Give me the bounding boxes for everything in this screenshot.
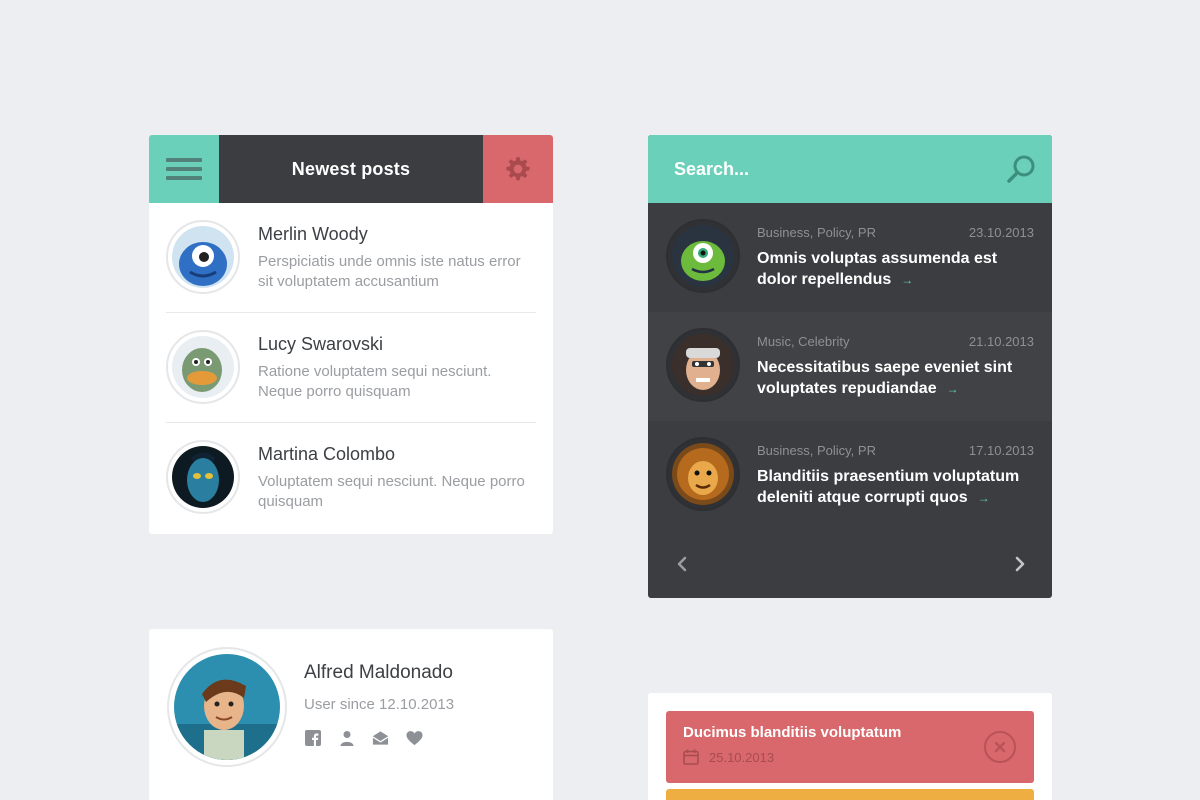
menu-button[interactable] (149, 135, 219, 203)
notifications-widget: Ducimus blanditiis voluptatum 25.10.2013 (648, 693, 1052, 800)
feed-tags: Business, Policy, PR (757, 443, 876, 458)
feed-date: 17.10.2013 (968, 443, 1034, 458)
avatar-ring (666, 328, 740, 402)
feed-date: 23.10.2013 (968, 225, 1034, 240)
post-author: Merlin Woody (258, 224, 368, 244)
avatar-ring (666, 219, 740, 293)
search-button[interactable] (1004, 152, 1038, 186)
heart-icon (406, 730, 423, 745)
feed-meta: Business, Policy, PR 23.10.2013 (757, 225, 1034, 240)
avatar-ring (166, 330, 240, 404)
arrow-right-icon: → (901, 273, 914, 287)
mail-icon (372, 730, 389, 745)
hamburger-icon (166, 158, 202, 162)
post-excerpt: Voluptatem sequi nesciunt. Neque porro q… (258, 473, 525, 510)
favorite-button[interactable] (406, 729, 423, 746)
feed-title-text: Omnis voluptas assumenda est dolor repel… (757, 250, 998, 288)
post-item[interactable]: Merlin Woody Perspiciatis unde omnis ist… (166, 203, 536, 313)
profile-widget: Alfred Maldonado User since 12.10.2013 (149, 629, 553, 800)
search-input[interactable] (674, 158, 974, 180)
post-text: Merlin Woody Perspiciatis unde omnis ist… (258, 220, 528, 292)
feed-item[interactable]: Music, Celebrity 21.10.2013 Necessitatib… (648, 312, 1052, 421)
post-item[interactable]: Lucy Swarovski Ratione voluptatem sequi … (166, 313, 536, 423)
feed-title: Omnis voluptas assumenda est dolor repel… (757, 248, 1034, 291)
close-icon (994, 741, 1006, 753)
chevron-right-icon (1015, 556, 1025, 572)
newest-posts-widget: Newest posts Merlin Woody Perspiciatis u… (149, 135, 553, 534)
next-button[interactable] (1010, 552, 1030, 576)
avatar (672, 225, 734, 287)
gear-icon (506, 157, 530, 181)
feed-tags: Business, Policy, PR (757, 225, 876, 240)
feed-title: Blanditiis praesentium voluptatum deleni… (757, 466, 1034, 509)
avatar-ring (167, 647, 287, 767)
feed-text: Business, Policy, PR 23.10.2013 Omnis vo… (757, 219, 1034, 291)
notification-title: Ducimus blanditiis voluptatum (683, 724, 902, 741)
profile-name: Alfred Maldonado (304, 662, 453, 683)
notification-date-row: 25.10.2013 (683, 749, 1034, 765)
facebook-button[interactable] (304, 729, 321, 746)
notification-item[interactable]: Ducimus blanditiis voluptatum 25.10.2013 (666, 711, 1034, 783)
message-button[interactable] (372, 729, 389, 746)
search-icon (1007, 155, 1035, 183)
post-item[interactable]: Martina Colombo Voluptatem sequi nesciun… (166, 423, 536, 533)
post-text: Lucy Swarovski Ratione voluptatem sequi … (258, 330, 528, 402)
arrow-right-icon: → (977, 491, 990, 505)
profile-button[interactable] (338, 729, 355, 746)
avatar-ring (166, 440, 240, 514)
user-icon (340, 730, 353, 746)
avatar (172, 336, 234, 398)
post-text: Martina Colombo Voluptatem sequi nesciun… (258, 440, 528, 512)
arrow-right-icon: → (946, 382, 959, 396)
hamburger-icon-line (166, 176, 202, 180)
feed-text: Business, Policy, PR 17.10.2013 Blanditi… (757, 437, 1034, 509)
feed-tags: Music, Celebrity (757, 334, 850, 349)
search-bar (648, 135, 1052, 203)
post-author: Martina Colombo (258, 444, 396, 464)
feed-item[interactable]: Business, Policy, PR 23.10.2013 Omnis vo… (648, 203, 1052, 312)
settings-button[interactable] (483, 135, 553, 203)
feed-item[interactable]: Business, Policy, PR 17.10.2013 Blanditi… (648, 421, 1052, 530)
avatar-ring (666, 437, 740, 511)
post-author: Lucy Swarovski (258, 334, 384, 354)
feed-meta: Business, Policy, PR 17.10.2013 (757, 443, 1034, 458)
feed-date: 21.10.2013 (968, 334, 1034, 349)
feed-widget: Business, Policy, PR 23.10.2013 Omnis vo… (648, 135, 1052, 598)
post-excerpt: Perspiciatis unde omnis iste natus error… (258, 253, 521, 290)
feed-text: Music, Celebrity 21.10.2013 Necessitatib… (757, 328, 1034, 400)
close-button[interactable] (984, 731, 1016, 763)
posts-title: Newest posts (219, 135, 483, 203)
profile-since: User since 12.10.2013 (304, 696, 455, 713)
posts-header: Newest posts (149, 135, 553, 203)
profile-actions (304, 729, 423, 746)
avatar (172, 226, 234, 288)
avatar (172, 446, 234, 508)
feed-title-text: Necessitatibus saepe eveniet sint volupt… (757, 359, 1013, 397)
notification-item-warning[interactable] (666, 789, 1034, 800)
hamburger-icon-line (166, 167, 202, 171)
feed-meta: Music, Celebrity 21.10.2013 (757, 334, 1034, 349)
avatar (672, 443, 734, 505)
avatar (672, 334, 734, 396)
chevron-left-icon (677, 556, 687, 572)
facebook-icon (304, 729, 321, 746)
feed-pagination (648, 530, 1052, 598)
calendar-icon (683, 749, 699, 765)
avatar-ring (166, 220, 240, 294)
post-excerpt: Ratione voluptatem sequi nesciunt. Neque… (258, 363, 492, 400)
avatar (174, 654, 280, 760)
prev-button[interactable] (672, 552, 692, 576)
feed-title: Necessitatibus saepe eveniet sint volupt… (757, 357, 1034, 400)
notification-date: 25.10.2013 (709, 749, 775, 765)
